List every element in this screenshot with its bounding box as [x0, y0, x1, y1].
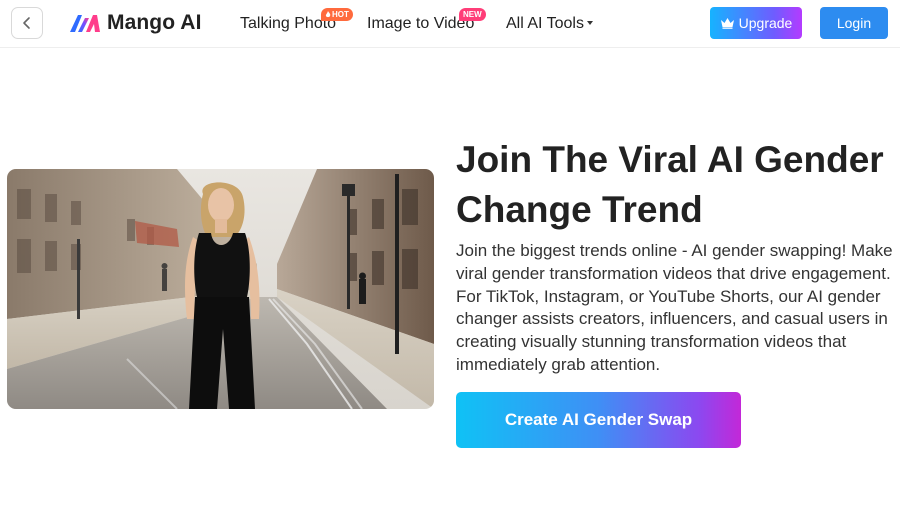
- caret-down-icon: [586, 20, 593, 25]
- flame-icon: [325, 11, 331, 18]
- page-title: Join The Viral AI Gender Change Trend: [456, 139, 884, 230]
- upgrade-button[interactable]: Upgrade: [710, 7, 802, 39]
- nav-all-ai-tools[interactable]: All AI Tools: [506, 15, 593, 33]
- hot-badge-label: HOT: [332, 10, 349, 19]
- chevron-left-icon: [23, 17, 30, 29]
- brand-logo[interactable]: Mango AI: [69, 10, 202, 36]
- hot-badge: HOT: [321, 8, 353, 21]
- mango-logo-icon: [70, 15, 100, 32]
- nav-all-ai-tools-label: All AI Tools: [506, 15, 584, 32]
- new-badge-label: NEW: [463, 10, 482, 19]
- upgrade-button-label: Upgrade: [738, 15, 793, 31]
- login-button[interactable]: Login: [820, 7, 888, 39]
- create-ai-gender-swap-button[interactable]: Create AI Gender Swap: [456, 392, 741, 448]
- back-button[interactable]: [11, 7, 43, 39]
- hero-description: Join the biggest trends online - AI gend…: [456, 241, 893, 374]
- hero-image: [7, 169, 434, 409]
- crown-icon: [720, 18, 734, 29]
- new-badge: NEW: [459, 8, 486, 21]
- top-navigation-bar: Mango AI Talking Photo HOT Image to Vide…: [0, 0, 900, 48]
- logo-text: Mango AI: [107, 11, 202, 34]
